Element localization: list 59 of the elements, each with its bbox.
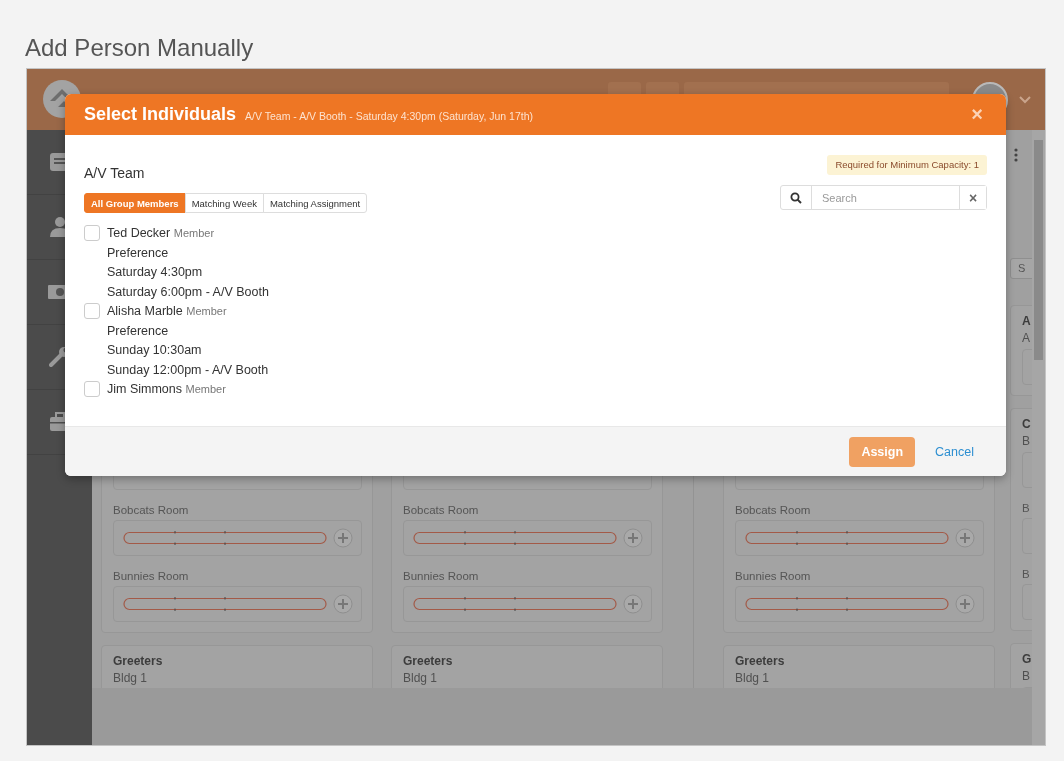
person-role: Member [173,227,215,239]
room-label: Bobcats Room [735,503,812,518]
room-label: Bunnies Room [403,569,480,584]
person-name: Alisha Marble [107,304,183,318]
card-subtitle: A [1022,330,1031,347]
filter-tab[interactable]: Matching Assignment [262,193,368,213]
card-title: G [1022,651,1032,668]
room-label: B [1022,501,1031,516]
card-title: Greeters [735,653,786,670]
add-icon[interactable] [955,594,975,614]
room-label: B [1022,567,1031,582]
person-detail: Saturday 6:00pm - A/V Booth [107,283,269,301]
checkbox[interactable] [84,381,100,397]
add-icon[interactable] [333,528,353,548]
modal-title: Select Individuals [84,104,237,125]
filter-button[interactable]: S [1010,258,1032,279]
assign-button[interactable]: Assign [849,436,916,467]
close-button[interactable]: × [967,103,987,126]
person-name: Jim Simmons [107,382,182,396]
search-icon [790,191,802,204]
add-icon[interactable] [333,594,353,614]
card-title: A [1022,313,1032,330]
card-subtitle: Bldg 1 [113,670,149,687]
checkbox[interactable] [84,303,100,319]
card-subtitle: Bldg 1 [735,670,771,687]
modal-subtitle: A/V Team - A/V Booth - Saturday 4:30pm (Saturday, Jun 17th) [245,110,533,122]
group-name: A/V Team [84,164,146,182]
person-detail: Preference [107,322,170,340]
person-detail: Saturday 4:30pm [107,264,204,281]
add-icon[interactable] [623,594,643,614]
add-icon[interactable] [623,528,643,548]
clear-search-button[interactable]: × [959,186,986,209]
cancel-link[interactable]: Cancel [925,444,984,459]
capacity-badge: Required for Minimum Capacity: 1 [827,155,987,175]
room-label: Bobcats Room [113,503,190,518]
person-detail: Sunday 10:30am [107,342,203,359]
room-label: Bunnies Room [735,569,812,584]
filter-tab[interactable]: All Group Members [84,193,186,213]
add-icon[interactable] [955,528,975,548]
page-title: Add Person Manually [25,33,255,63]
card-title: Greeters [113,653,164,670]
person-name: Ted Decker [107,226,171,240]
search-field[interactable]: Search × [780,185,987,210]
person-detail: Preference [107,244,170,262]
checkbox[interactable] [84,225,100,241]
card-subtitle: B [1022,433,1031,450]
person-role: Member [186,305,227,317]
card-subtitle: Bldg 1 [403,670,439,687]
filter-tab[interactable]: Matching Week [184,193,264,213]
card-subtitle: B [1022,668,1031,685]
more-options-icon[interactable] [1014,148,1018,162]
person-role: Member [185,383,226,395]
card-title: C [1022,416,1032,433]
person-detail: Sunday 12:00pm - A/V Booth [107,361,269,379]
card-title: Greeters [403,653,454,670]
chevron-down-icon[interactable] [1019,95,1031,104]
room-label: Bunnies Room [113,569,190,584]
scrollbar[interactable] [1032,130,1045,745]
room-label: Bobcats Room [403,503,480,518]
